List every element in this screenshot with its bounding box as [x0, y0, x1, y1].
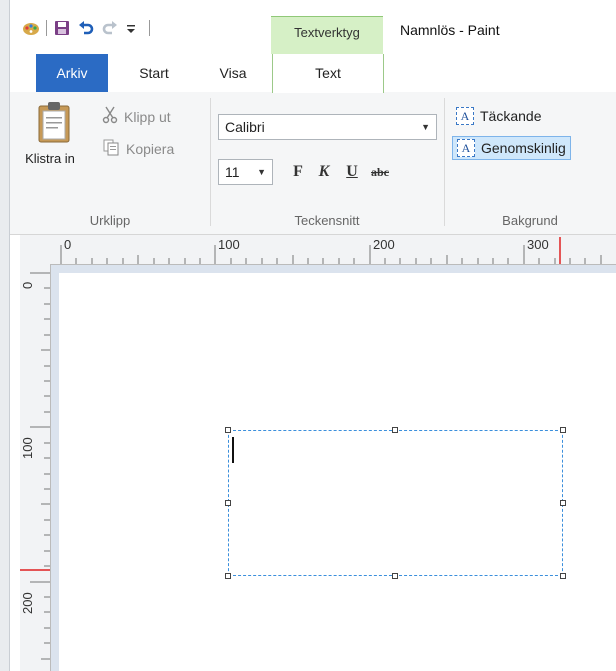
text-box-selection[interactable]	[228, 430, 563, 576]
background-window-strip	[0, 0, 10, 671]
ruler-label: 300	[527, 237, 549, 252]
horizontal-ruler: 0 100 200 300	[50, 235, 616, 265]
paste-button[interactable]: Klistra in	[25, 100, 80, 200]
resize-handle-right[interactable]	[560, 500, 566, 506]
paint-app-icon[interactable]	[22, 19, 40, 37]
paste-label: Klistra in	[25, 151, 75, 166]
context-tab-label: Textverktyg	[294, 25, 360, 40]
cut-label: Klipp ut	[124, 108, 171, 125]
ruler-label: 200	[20, 592, 35, 614]
resize-handle-bottom-right[interactable]	[560, 573, 566, 579]
resize-handle-top-left[interactable]	[225, 427, 231, 433]
save-icon[interactable]	[53, 19, 71, 37]
text-tools-context-header: Textverktyg	[271, 16, 383, 55]
copy-icon	[102, 138, 120, 159]
opaque-label: Täckande	[480, 108, 542, 124]
undo-icon[interactable]	[77, 19, 95, 37]
font-family-select[interactable]: Calibri ▼	[218, 114, 437, 140]
tab-text[interactable]: Text	[272, 54, 384, 93]
clipboard-group-label: Urklipp	[89, 213, 131, 228]
underline-button[interactable]: U	[341, 160, 363, 184]
vertical-ruler: 0 100 200	[20, 264, 51, 671]
paint-window: Textverktyg Namnlös - Paint Arkiv Start …	[10, 0, 616, 671]
clipboard-group: Klistra in Klipp ut Kopiera Urklipp	[10, 92, 210, 234]
text-cursor	[232, 437, 234, 463]
ruler-label: 100	[218, 237, 240, 252]
transparent-button[interactable]: A Genomskinlig	[452, 136, 571, 160]
opaque-text-icon: A	[456, 107, 474, 125]
cut-button[interactable]: Klipp ut	[102, 106, 171, 127]
ribbon: Klistra in Klipp ut Kopiera Urklipp Teck…	[10, 92, 616, 235]
resize-handle-bottom-left[interactable]	[225, 573, 231, 579]
ruler-corner	[20, 235, 50, 264]
window-title: Namnlös - Paint	[400, 22, 500, 38]
strikethrough-button[interactable]: abc	[365, 160, 395, 184]
ribbon-tabs: Arkiv Start Visa Text	[10, 54, 616, 93]
tab-start[interactable]: Start	[126, 54, 182, 92]
font-family-value: Calibri	[225, 119, 265, 135]
copy-button[interactable]: Kopiera	[102, 138, 174, 159]
customize-qat-icon[interactable]	[125, 19, 143, 37]
scissors-icon	[102, 106, 118, 127]
resize-handle-left[interactable]	[225, 500, 231, 506]
resize-handle-bottom[interactable]	[392, 573, 398, 579]
title-bar: Textverktyg Namnlös - Paint	[10, 0, 616, 55]
chevron-down-icon: ▼	[257, 167, 266, 177]
transparent-label: Genomskinlig	[481, 140, 566, 156]
ruler-label: 100	[20, 437, 35, 459]
quick-access-toolbar	[22, 19, 150, 37]
redo-icon[interactable]	[101, 19, 119, 37]
resize-handle-top-right[interactable]	[560, 427, 566, 433]
bold-button[interactable]: F	[287, 160, 309, 184]
font-size-select[interactable]: 11 ▼	[218, 159, 273, 185]
ruler-label: 200	[373, 237, 395, 252]
ruler-label: 0	[64, 237, 72, 252]
opaque-button[interactable]: A Täckande	[452, 104, 545, 128]
tab-view[interactable]: Visa	[208, 54, 258, 92]
font-size-value: 11	[225, 164, 240, 180]
clipboard-paste-icon	[37, 102, 71, 147]
copy-label: Kopiera	[126, 140, 175, 157]
tab-file[interactable]: Arkiv	[36, 54, 108, 92]
font-group-label: Teckensnitt	[294, 213, 360, 228]
resize-handle-top[interactable]	[392, 427, 398, 433]
ruler-label: 0	[20, 281, 35, 289]
qat-separator	[149, 20, 150, 36]
background-group-label: Bakgrund	[502, 213, 558, 228]
transparent-text-icon: A	[457, 139, 475, 157]
italic-button[interactable]: K	[313, 160, 335, 184]
qat-separator	[46, 20, 47, 36]
chevron-down-icon: ▼	[421, 122, 430, 132]
